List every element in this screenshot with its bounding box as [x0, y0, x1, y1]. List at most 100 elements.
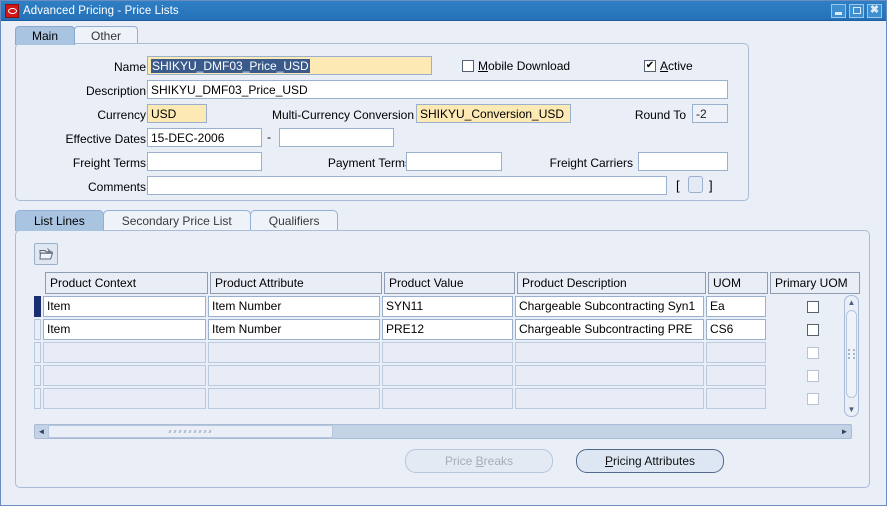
cell-product-attribute[interactable]	[208, 342, 380, 363]
lower-tab-bar: List Lines Secondary Price List Qualifie…	[15, 209, 339, 231]
scroll-grip-icon	[168, 430, 212, 433]
description-field[interactable]: SHIKYU_DMF03_Price_USD	[147, 80, 728, 99]
multi-currency-label: Multi-Currency Conversion	[271, 108, 414, 122]
mobile-download-label: Mobile Download	[478, 59, 571, 73]
primary-uom-checkbox[interactable]	[807, 300, 819, 313]
cell-product-context[interactable]	[43, 388, 206, 409]
cell-product-context[interactable]	[43, 365, 206, 386]
multi-currency-field[interactable]: SHIKYU_Conversion_USD	[416, 104, 571, 123]
cell-product-value[interactable]	[382, 388, 513, 409]
edit-folder-icon[interactable]	[34, 243, 58, 265]
effective-date-to-field[interactable]	[279, 128, 394, 147]
cell-uom[interactable]: CS6	[706, 319, 766, 340]
currency-label: Currency	[97, 108, 146, 122]
cell-product-value[interactable]: SYN11	[382, 296, 513, 317]
round-to-label: Round To	[634, 108, 686, 122]
cell-product-description[interactable]: Chargeable Subcontracting Syn1	[515, 296, 704, 317]
scroll-up-icon[interactable]: ▲	[845, 296, 858, 309]
scroll-right-icon[interactable]: ►	[838, 425, 851, 438]
cell-product-description[interactable]: Chargeable Subcontracting PRE	[515, 319, 704, 340]
tab-list-lines[interactable]: List Lines	[15, 210, 104, 231]
effective-dates-label: Effective Dates	[65, 132, 146, 146]
primary-uom-checkbox[interactable]	[807, 392, 819, 405]
horizontal-scroll-track[interactable]	[48, 425, 838, 438]
maximize-icon[interactable]	[849, 3, 864, 18]
primary-uom-checkbox[interactable]	[807, 323, 819, 336]
round-to-field[interactable]: -2	[692, 104, 728, 123]
list-lines-panel: Product Context Product Attribute Produc…	[15, 230, 870, 488]
window-controls: ✖	[831, 3, 886, 18]
primary-uom-checkbox[interactable]	[807, 346, 819, 359]
freight-carriers-label: Freight Carriers	[549, 156, 633, 170]
application-window: Advanced Pricing - Price Lists ✖ Main Ot…	[0, 0, 887, 506]
grid-horizontal-scrollbar[interactable]: ◄ ►	[34, 424, 852, 439]
cell-product-context[interactable]: Item	[43, 296, 206, 317]
price-breaks-label: Price Breaks	[444, 454, 514, 468]
bracket-open: [	[676, 178, 680, 193]
column-header-product-context[interactable]: Product Context	[45, 272, 208, 294]
pricing-attributes-button[interactable]: Pricing Attributes	[576, 449, 724, 473]
grid-vertical-scrollbar[interactable]: ▲ ▼	[844, 295, 859, 417]
main-form-panel: Name SHIKYU_DMF03_Price_USD Mobile Downl…	[15, 43, 749, 201]
cell-product-attribute[interactable]: Item Number	[208, 319, 380, 340]
cell-product-value[interactable]: PRE12	[382, 319, 513, 340]
cell-product-description[interactable]	[515, 342, 704, 363]
column-header-product-value[interactable]: Product Value	[384, 272, 515, 294]
column-header-product-description[interactable]: Product Description	[517, 272, 706, 294]
cell-product-context[interactable]: Item	[43, 319, 206, 340]
table-row[interactable]	[34, 365, 862, 386]
row-indicator[interactable]	[34, 365, 41, 386]
payment-terms-field[interactable]	[406, 152, 502, 171]
mobile-download-checkbox[interactable]: Mobile Download	[462, 59, 570, 73]
price-breaks-button[interactable]: Price Breaks	[405, 449, 553, 473]
row-indicator-header	[34, 272, 43, 294]
primary-uom-checkbox[interactable]	[807, 369, 819, 382]
cell-product-value[interactable]	[382, 365, 513, 386]
cell-product-value[interactable]	[382, 342, 513, 363]
cell-product-attribute[interactable]	[208, 388, 380, 409]
cell-uom[interactable]	[706, 388, 766, 409]
cell-product-description[interactable]	[515, 388, 704, 409]
mobile-download-box	[462, 60, 474, 72]
cell-uom[interactable]	[706, 365, 766, 386]
table-row[interactable]: Item Item Number SYN11 Chargeable Subcon…	[34, 296, 862, 317]
vertical-scroll-thumb[interactable]	[846, 310, 857, 398]
table-row[interactable]	[34, 388, 862, 409]
freight-terms-field[interactable]	[147, 152, 262, 171]
tab-secondary-price-list[interactable]: Secondary Price List	[102, 210, 251, 231]
comments-label: Comments	[87, 180, 146, 194]
name-field[interactable]: SHIKYU_DMF03_Price_USD	[147, 56, 432, 75]
cell-uom[interactable]: Ea	[706, 296, 766, 317]
tab-qualifiers[interactable]: Qualifiers	[249, 210, 339, 231]
scroll-left-icon[interactable]: ◄	[35, 425, 48, 438]
scroll-down-icon[interactable]: ▼	[845, 403, 858, 416]
descriptive-flexfield-button[interactable]	[688, 176, 703, 193]
cell-product-attribute[interactable]: Item Number	[208, 296, 380, 317]
name-value: SHIKYU_DMF03_Price_USD	[151, 59, 310, 73]
date-range-separator: -	[267, 130, 271, 144]
close-icon[interactable]: ✖	[867, 3, 882, 18]
row-indicator[interactable]	[34, 342, 41, 363]
cell-product-context[interactable]	[43, 342, 206, 363]
effective-date-from-field[interactable]: 15-DEC-2006	[147, 128, 262, 147]
comments-field[interactable]	[147, 176, 667, 195]
table-row[interactable]	[34, 342, 862, 363]
cell-product-description[interactable]	[515, 365, 704, 386]
cell-product-attribute[interactable]	[208, 365, 380, 386]
active-checkbox[interactable]: ✔ Active	[644, 59, 693, 73]
row-indicator[interactable]	[34, 319, 41, 340]
cell-uom[interactable]	[706, 342, 766, 363]
pricing-attributes-label: Pricing Attributes	[604, 454, 696, 468]
column-header-product-attribute[interactable]: Product Attribute	[210, 272, 382, 294]
row-indicator[interactable]	[34, 388, 41, 409]
tab-main[interactable]: Main	[15, 26, 76, 45]
table-row[interactable]: Item Item Number PRE12 Chargeable Subcon…	[34, 319, 862, 340]
column-header-primary-uom[interactable]: Primary UOM	[770, 272, 860, 294]
column-header-uom[interactable]: UOM	[708, 272, 768, 294]
currency-field[interactable]: USD	[147, 104, 207, 123]
minimize-icon[interactable]	[831, 3, 846, 18]
vertical-scroll-track[interactable]	[846, 310, 857, 402]
horizontal-scroll-thumb[interactable]	[48, 425, 333, 438]
freight-carriers-field[interactable]	[638, 152, 728, 171]
row-indicator[interactable]	[34, 296, 41, 317]
